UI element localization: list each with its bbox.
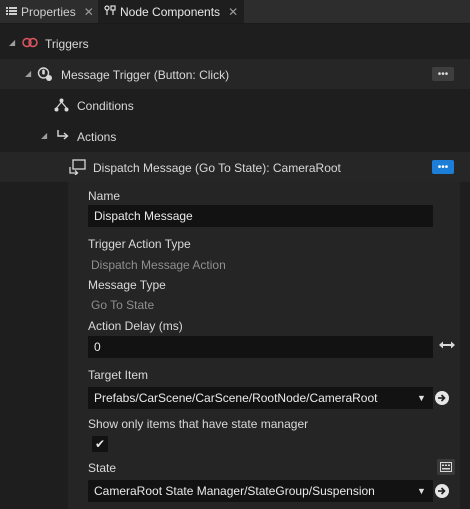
tab-node-components[interactable]: Node Components ✕ <box>98 0 244 23</box>
more-icon: ••• <box>437 68 449 80</box>
tree-label-conditions: Conditions <box>77 99 134 113</box>
arrow-right-icon <box>438 487 446 495</box>
tree-label-dispatch-message: Dispatch Message (Go To State): CameraRo… <box>93 161 341 175</box>
list-icon <box>6 5 17 19</box>
tree-row-message-trigger[interactable]: ◢ Message Trigger (Button: Click) ••• <box>0 59 470 89</box>
expand-arrow-icon[interactable]: ◢ <box>9 38 15 47</box>
target-item-value: Prefabs/CarScene/CarScene/RootNode/Camer… <box>94 391 378 405</box>
show-only-label: Show only items that have state manager <box>88 417 309 431</box>
more-options-button[interactable]: ••• <box>432 160 454 174</box>
tree-label-triggers: Triggers <box>45 37 89 51</box>
target-item-dropdown[interactable]: Prefabs/CarScene/CarScene/RootNode/Camer… <box>88 387 433 409</box>
chevron-down-icon: ▼ <box>417 393 426 403</box>
state-dropdown[interactable]: CameraRoot State Manager/StateGroup/Susp… <box>88 480 433 502</box>
tab-node-components-label: Node Components <box>120 4 221 19</box>
scrub-arrows-icon[interactable] <box>439 340 455 353</box>
state-label: State <box>88 461 117 475</box>
navigate-to-target-button[interactable] <box>435 391 449 405</box>
chevron-down-icon: ▼ <box>417 486 426 496</box>
message-type-value: Go To State <box>91 298 155 312</box>
check-icon: ✔ <box>94 437 106 451</box>
target-item-label: Target Item <box>88 368 149 382</box>
message-trigger-icon <box>37 66 53 85</box>
node-components-icon <box>104 4 116 19</box>
trigger-icon <box>22 36 38 52</box>
trigger-action-type-label: Trigger Action Type <box>88 237 191 251</box>
name-label: Name <box>88 189 121 203</box>
more-options-button[interactable]: ••• <box>432 67 454 81</box>
action-delay-label: Action Delay (ms) <box>88 319 183 333</box>
more-icon: ••• <box>437 161 449 173</box>
tab-properties[interactable]: Properties ✕ <box>0 0 98 23</box>
action-delay-field[interactable]: 0 <box>88 336 433 358</box>
navigate-to-state-button[interactable] <box>435 484 449 498</box>
actions-icon <box>56 129 70 145</box>
conditions-icon <box>54 98 69 115</box>
expand-arrow-icon[interactable]: ◢ <box>41 131 47 140</box>
close-icon[interactable]: ✕ <box>228 5 238 19</box>
arrow-right-icon <box>438 394 446 402</box>
tree-row-dispatch-message[interactable]: Dispatch Message (Go To State): CameraRo… <box>0 152 470 182</box>
state-context-button[interactable] <box>437 459 455 475</box>
tree-row-triggers[interactable]: ◢ Triggers <box>0 28 470 58</box>
name-field[interactable]: Dispatch Message <box>88 205 433 227</box>
dispatch-message-icon <box>69 159 87 178</box>
message-type-label: Message Type <box>88 278 166 292</box>
tree-label-actions: Actions <box>77 130 117 144</box>
state-value: CameraRoot State Manager/StateGroup/Susp… <box>94 484 375 498</box>
tab-properties-label: Properties <box>21 4 76 19</box>
action-delay-value: 0 <box>94 340 101 354</box>
show-only-checkbox[interactable]: ✔ <box>92 436 108 452</box>
tree-label-message-trigger: Message Trigger (Button: Click) <box>61 68 230 82</box>
close-icon[interactable]: ✕ <box>84 5 94 19</box>
trigger-action-type-value: Dispatch Message Action <box>91 258 226 272</box>
tree-row-conditions[interactable]: Conditions <box>0 90 470 120</box>
tree-row-actions[interactable]: ◢ Actions <box>0 121 470 151</box>
keyboard-icon <box>440 462 452 472</box>
name-value: Dispatch Message <box>94 209 193 223</box>
expand-arrow-icon[interactable]: ◢ <box>25 69 31 78</box>
